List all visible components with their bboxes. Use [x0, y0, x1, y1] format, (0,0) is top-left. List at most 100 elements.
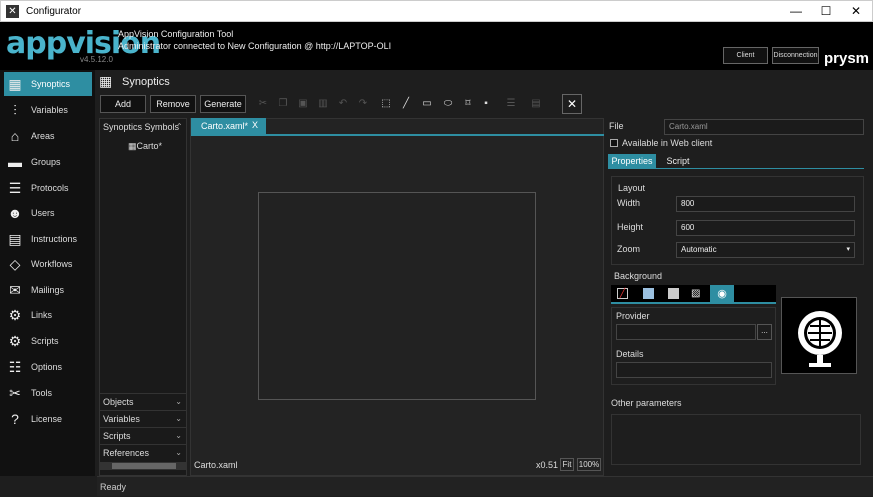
sidebar-item-label: Protocols [31, 183, 69, 193]
sidebar-item-workflows[interactable]: ◇ Workflows [4, 252, 92, 276]
sidebar-item-links[interactable]: ⚙ Links [4, 303, 92, 327]
web-client-label: Available in Web client [622, 138, 713, 148]
title-bar: ✕ Configurator — ☐ ✕ [0, 0, 873, 22]
settings-tools-icon[interactable]: ✕ [562, 94, 582, 114]
tab-close-icon[interactable]: X [252, 120, 258, 130]
sidebar-item-label: Areas [31, 131, 55, 141]
provider-input[interactable] [616, 324, 756, 340]
sidebar-item-label: Variables [31, 105, 68, 115]
gradient-icon[interactable] [668, 288, 679, 299]
solid-color-icon[interactable] [643, 288, 654, 299]
height-input[interactable]: 600 [676, 220, 855, 236]
sidebar-item-label: Links [31, 310, 53, 320]
details-input[interactable] [616, 362, 772, 378]
sidebar-item-areas[interactable]: ⌂ Areas [4, 124, 92, 148]
accordion-label: Variables [103, 414, 140, 424]
tab-label: Carto.xaml* [201, 121, 249, 131]
accordion-label: Scripts [103, 431, 131, 441]
symbol-label: Carto* [136, 141, 163, 151]
sidebar-item-label: Options [31, 362, 63, 372]
remove-button[interactable]: Remove [150, 95, 196, 113]
network-icon: ☰ [8, 179, 22, 196]
undo-icon[interactable]: ↶ [335, 95, 351, 113]
help-icon: ? [11, 411, 19, 427]
zoom-label: Zoom [617, 244, 641, 254]
zoom-100-button[interactable]: 100% [577, 458, 601, 471]
zoom-select-value: Automatic [681, 245, 717, 254]
accordion-variables[interactable]: Variables ⌄ [99, 410, 187, 426]
zoom-select[interactable]: Automatic ▾ [676, 242, 855, 258]
map-icon: ▦ [128, 141, 137, 151]
symbol-tree-item[interactable]: ▦Carto* [128, 141, 162, 152]
polygon-icon[interactable]: ⌑ [460, 95, 476, 113]
width-input[interactable]: 800 [676, 196, 855, 212]
provider-browse-button[interactable]: ... [757, 324, 772, 340]
align-icon[interactable]: ☰ [503, 95, 519, 113]
sidebar-item-variables[interactable]: ⫶ Variables [4, 98, 92, 122]
redo-icon[interactable]: ↷ [355, 95, 371, 113]
delete-icon[interactable]: ▥ [315, 95, 331, 113]
client-button[interactable]: Client [723, 47, 768, 64]
close-button[interactable]: ✕ [841, 1, 871, 22]
ellipse-icon[interactable]: ⬭ [440, 95, 456, 113]
details-label: Details [616, 349, 644, 359]
sidebar-item-instructions[interactable]: ▤ Instructions [4, 227, 92, 251]
line-icon[interactable]: ╱ [398, 95, 414, 113]
synoptics-header-icon: ▦ [99, 73, 113, 89]
scrollbar-thumb[interactable] [112, 463, 176, 469]
tools-icon: ✂ [9, 384, 21, 401]
other-parameters-box [611, 414, 861, 465]
sidebar-item-license[interactable]: ? License [4, 407, 92, 431]
fit-button[interactable]: Fit [560, 458, 574, 471]
globe-preview [781, 297, 857, 374]
button-shape-icon[interactable]: ▪ [478, 95, 494, 113]
accordion-objects[interactable]: Objects ⌄ [99, 393, 187, 409]
sidebar-item-options[interactable]: ☷ Options [4, 355, 92, 379]
connection-status: Administrator connected to New Configura… [118, 41, 392, 51]
provider-label: Provider [616, 311, 650, 321]
cut-icon[interactable]: ✂ [255, 95, 271, 113]
disconnect-button[interactable]: Disconnection [772, 47, 819, 64]
image-icon[interactable]: ▨ [691, 288, 700, 299]
sidebar-item-label: License [31, 414, 63, 424]
symbols-header[interactable]: Synoptics Symbols [103, 122, 179, 132]
other-parameters-label: Other parameters [611, 398, 682, 408]
sidebar-item-users[interactable]: ☻ Users [4, 201, 92, 225]
tab-script[interactable]: Script [658, 154, 698, 169]
sidebar-item-synoptics[interactable]: ▦ Synoptics [4, 72, 92, 96]
synoptic-canvas[interactable] [258, 192, 536, 400]
maximize-button[interactable]: ☐ [811, 1, 841, 22]
no-background-icon[interactable]: ╱ [617, 288, 628, 299]
sidebar-item-label: Workflows [31, 259, 73, 269]
sidebar-item-label: Tools [31, 388, 53, 398]
add-button[interactable]: Add [100, 95, 146, 113]
chevron-down-icon: ⌄ [175, 414, 182, 423]
select-icon[interactable]: ⬚ [378, 95, 394, 113]
sidebar-item-tools[interactable]: ✂ Tools [4, 381, 92, 405]
sidebar-item-label: Scripts [31, 336, 59, 346]
sidebar-item-mailings[interactable]: ✉ Mailings [4, 278, 92, 302]
web-client-checkbox[interactable] [610, 139, 618, 147]
accordion-scripts[interactable]: Scripts ⌄ [99, 427, 187, 443]
home-icon: ⌂ [10, 128, 20, 144]
globe-icon[interactable]: ◉ [710, 285, 734, 304]
sidebar-item-label: Synoptics [31, 79, 71, 89]
accordion-references[interactable]: References ⌄ [99, 444, 187, 460]
copy-icon[interactable]: ❐ [275, 95, 291, 113]
sidebar-item-protocols[interactable]: ☰ Protocols [4, 176, 92, 200]
sidebar-item-label: Instructions [31, 234, 78, 244]
rectangle-icon[interactable]: ▭ [419, 95, 435, 113]
generate-button[interactable]: Generate [200, 95, 246, 113]
chevron-down-icon: ⌄ [175, 397, 182, 406]
minimize-button[interactable]: — [781, 1, 811, 22]
chevron-up-icon[interactable]: ⌃ [176, 122, 183, 131]
zoom-factor: x0.51 [536, 460, 559, 470]
sidebar-item-scripts[interactable]: ⚙ Scripts [4, 329, 92, 353]
arrange-icon[interactable]: ▤ [528, 95, 544, 113]
sidebar-item-groups[interactable]: ▬ Groups [4, 150, 92, 174]
file-field[interactable]: Carto.xaml [664, 119, 864, 135]
paste-icon[interactable]: ▣ [295, 95, 311, 113]
workflow-icon: ◇ [9, 255, 21, 272]
window-title: Configurator [26, 6, 82, 17]
tab-properties[interactable]: Properties [608, 154, 656, 169]
